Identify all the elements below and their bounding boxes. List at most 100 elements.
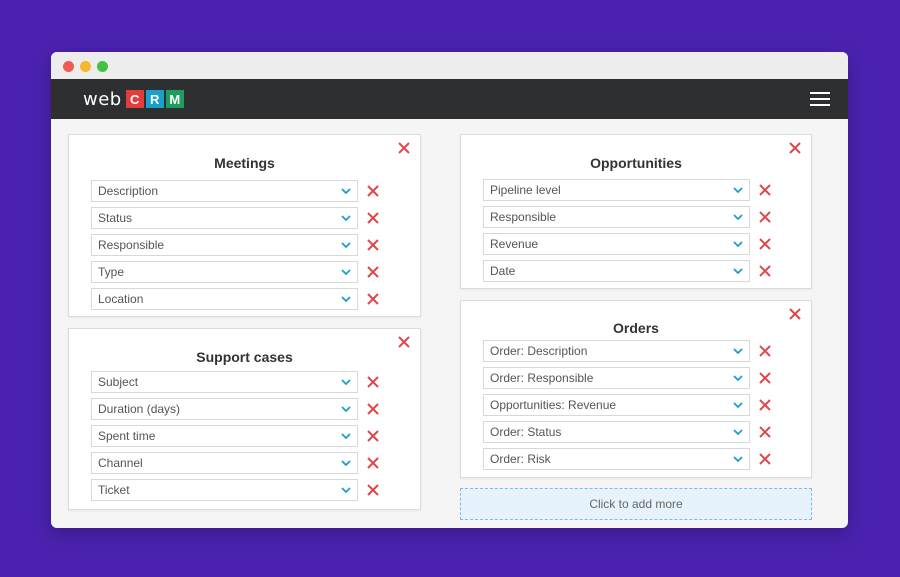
close-window-dot[interactable] [63, 61, 74, 72]
chevron-down-icon [341, 406, 351, 413]
remove-field-icon[interactable] [759, 211, 771, 223]
logo-letter-c: C [125, 90, 144, 108]
logo-letter-m: M [165, 90, 184, 108]
field-label: Description [98, 184, 159, 198]
logo-text: web [83, 88, 122, 110]
add-more-button[interactable]: Click to add more [460, 488, 812, 520]
field-label: Opportunities: Revenue [490, 398, 617, 412]
window-titlebar [51, 52, 848, 79]
field-select[interactable]: Order: Description [483, 340, 750, 362]
field-row: Subject [91, 371, 379, 393]
chevron-down-icon [341, 188, 351, 195]
chevron-down-icon [341, 215, 351, 222]
field-row: Ticket [91, 479, 379, 501]
field-label: Duration (days) [98, 402, 181, 416]
remove-field-icon[interactable] [759, 345, 771, 357]
chevron-down-icon [341, 433, 351, 440]
field-label: Spent time [98, 429, 156, 443]
close-card-icon[interactable] [788, 307, 802, 321]
remove-field-icon[interactable] [759, 399, 771, 411]
field-select[interactable]: Pipeline level [483, 179, 750, 201]
field-select[interactable]: Responsible [91, 234, 358, 256]
maximize-window-dot[interactable] [97, 61, 108, 72]
close-card-icon[interactable] [397, 141, 411, 155]
chevron-down-icon [733, 268, 743, 275]
remove-field-icon[interactable] [367, 239, 379, 251]
remove-field-icon[interactable] [367, 293, 379, 305]
chevron-down-icon [733, 375, 743, 382]
field-label: Location [98, 292, 144, 306]
remove-field-icon[interactable] [367, 212, 379, 224]
field-select[interactable]: Description [91, 180, 358, 202]
field-row: Opportunities: Revenue [483, 394, 771, 416]
field-select[interactable]: Revenue [483, 233, 750, 255]
card-title: Opportunities [590, 155, 682, 171]
field-select[interactable]: Responsible [483, 206, 750, 228]
remove-field-icon[interactable] [367, 484, 379, 496]
remove-field-icon[interactable] [759, 238, 771, 250]
orders-card: Orders Order: Description Order: Respons… [460, 300, 812, 478]
field-row: Duration (days) [91, 398, 379, 420]
chevron-down-icon [733, 429, 743, 436]
meetings-card: Meetings Description Status Responsible … [68, 134, 421, 317]
chevron-down-icon [733, 241, 743, 248]
chevron-down-icon [341, 296, 351, 303]
field-row: Type [91, 261, 379, 283]
field-label: Channel [98, 456, 143, 470]
field-select[interactable]: Ticket [91, 479, 358, 501]
field-row: Order: Description [483, 340, 771, 362]
field-label: Status [98, 211, 133, 225]
field-row: Status [91, 207, 379, 229]
field-select[interactable]: Spent time [91, 425, 358, 447]
field-row: Revenue [483, 233, 771, 255]
webcrm-logo[interactable]: web C R M [83, 88, 186, 110]
field-select[interactable]: Order: Risk [483, 448, 750, 470]
chevron-down-icon [341, 269, 351, 276]
field-select[interactable]: Opportunities: Revenue [483, 394, 750, 416]
field-select[interactable]: Status [91, 207, 358, 229]
field-label: Order: Description [490, 344, 588, 358]
field-select[interactable]: Date [483, 260, 750, 282]
browser-window: web C R M Meetings Description Status Re… [51, 52, 848, 528]
remove-field-icon[interactable] [367, 430, 379, 442]
field-row: Spent time [91, 425, 379, 447]
field-label: Type [98, 265, 125, 279]
minimize-window-dot[interactable] [80, 61, 91, 72]
card-title: Meetings [214, 155, 275, 171]
remove-field-icon[interactable] [759, 453, 771, 465]
hamburger-menu-icon[interactable] [810, 92, 830, 106]
remove-field-icon[interactable] [759, 184, 771, 196]
field-select[interactable]: Channel [91, 452, 358, 474]
field-label: Pipeline level [490, 183, 561, 197]
field-row: Order: Status [483, 421, 771, 443]
remove-field-icon[interactable] [759, 426, 771, 438]
field-select[interactable]: Duration (days) [91, 398, 358, 420]
field-select[interactable]: Location [91, 288, 358, 310]
remove-field-icon[interactable] [759, 372, 771, 384]
field-select[interactable]: Order: Responsible [483, 367, 750, 389]
field-label: Responsible [490, 210, 557, 224]
field-label: Order: Status [490, 425, 562, 439]
field-select[interactable]: Subject [91, 371, 358, 393]
field-row: Date [483, 260, 771, 282]
remove-field-icon[interactable] [367, 185, 379, 197]
app-header: web C R M [51, 79, 848, 119]
remove-field-icon[interactable] [367, 457, 379, 469]
field-select[interactable]: Order: Status [483, 421, 750, 443]
chevron-down-icon [341, 379, 351, 386]
field-row: Pipeline level [483, 179, 771, 201]
chevron-down-icon [733, 187, 743, 194]
field-row: Channel [91, 452, 379, 474]
chevron-down-icon [733, 456, 743, 463]
remove-field-icon[interactable] [367, 266, 379, 278]
field-row: Responsible [91, 234, 379, 256]
remove-field-icon[interactable] [759, 265, 771, 277]
field-row: Description [91, 180, 379, 202]
remove-field-icon[interactable] [367, 376, 379, 388]
field-label: Date [490, 264, 516, 278]
close-card-icon[interactable] [397, 335, 411, 349]
field-select[interactable]: Type [91, 261, 358, 283]
chevron-down-icon [341, 487, 351, 494]
close-card-icon[interactable] [788, 141, 802, 155]
remove-field-icon[interactable] [367, 403, 379, 415]
